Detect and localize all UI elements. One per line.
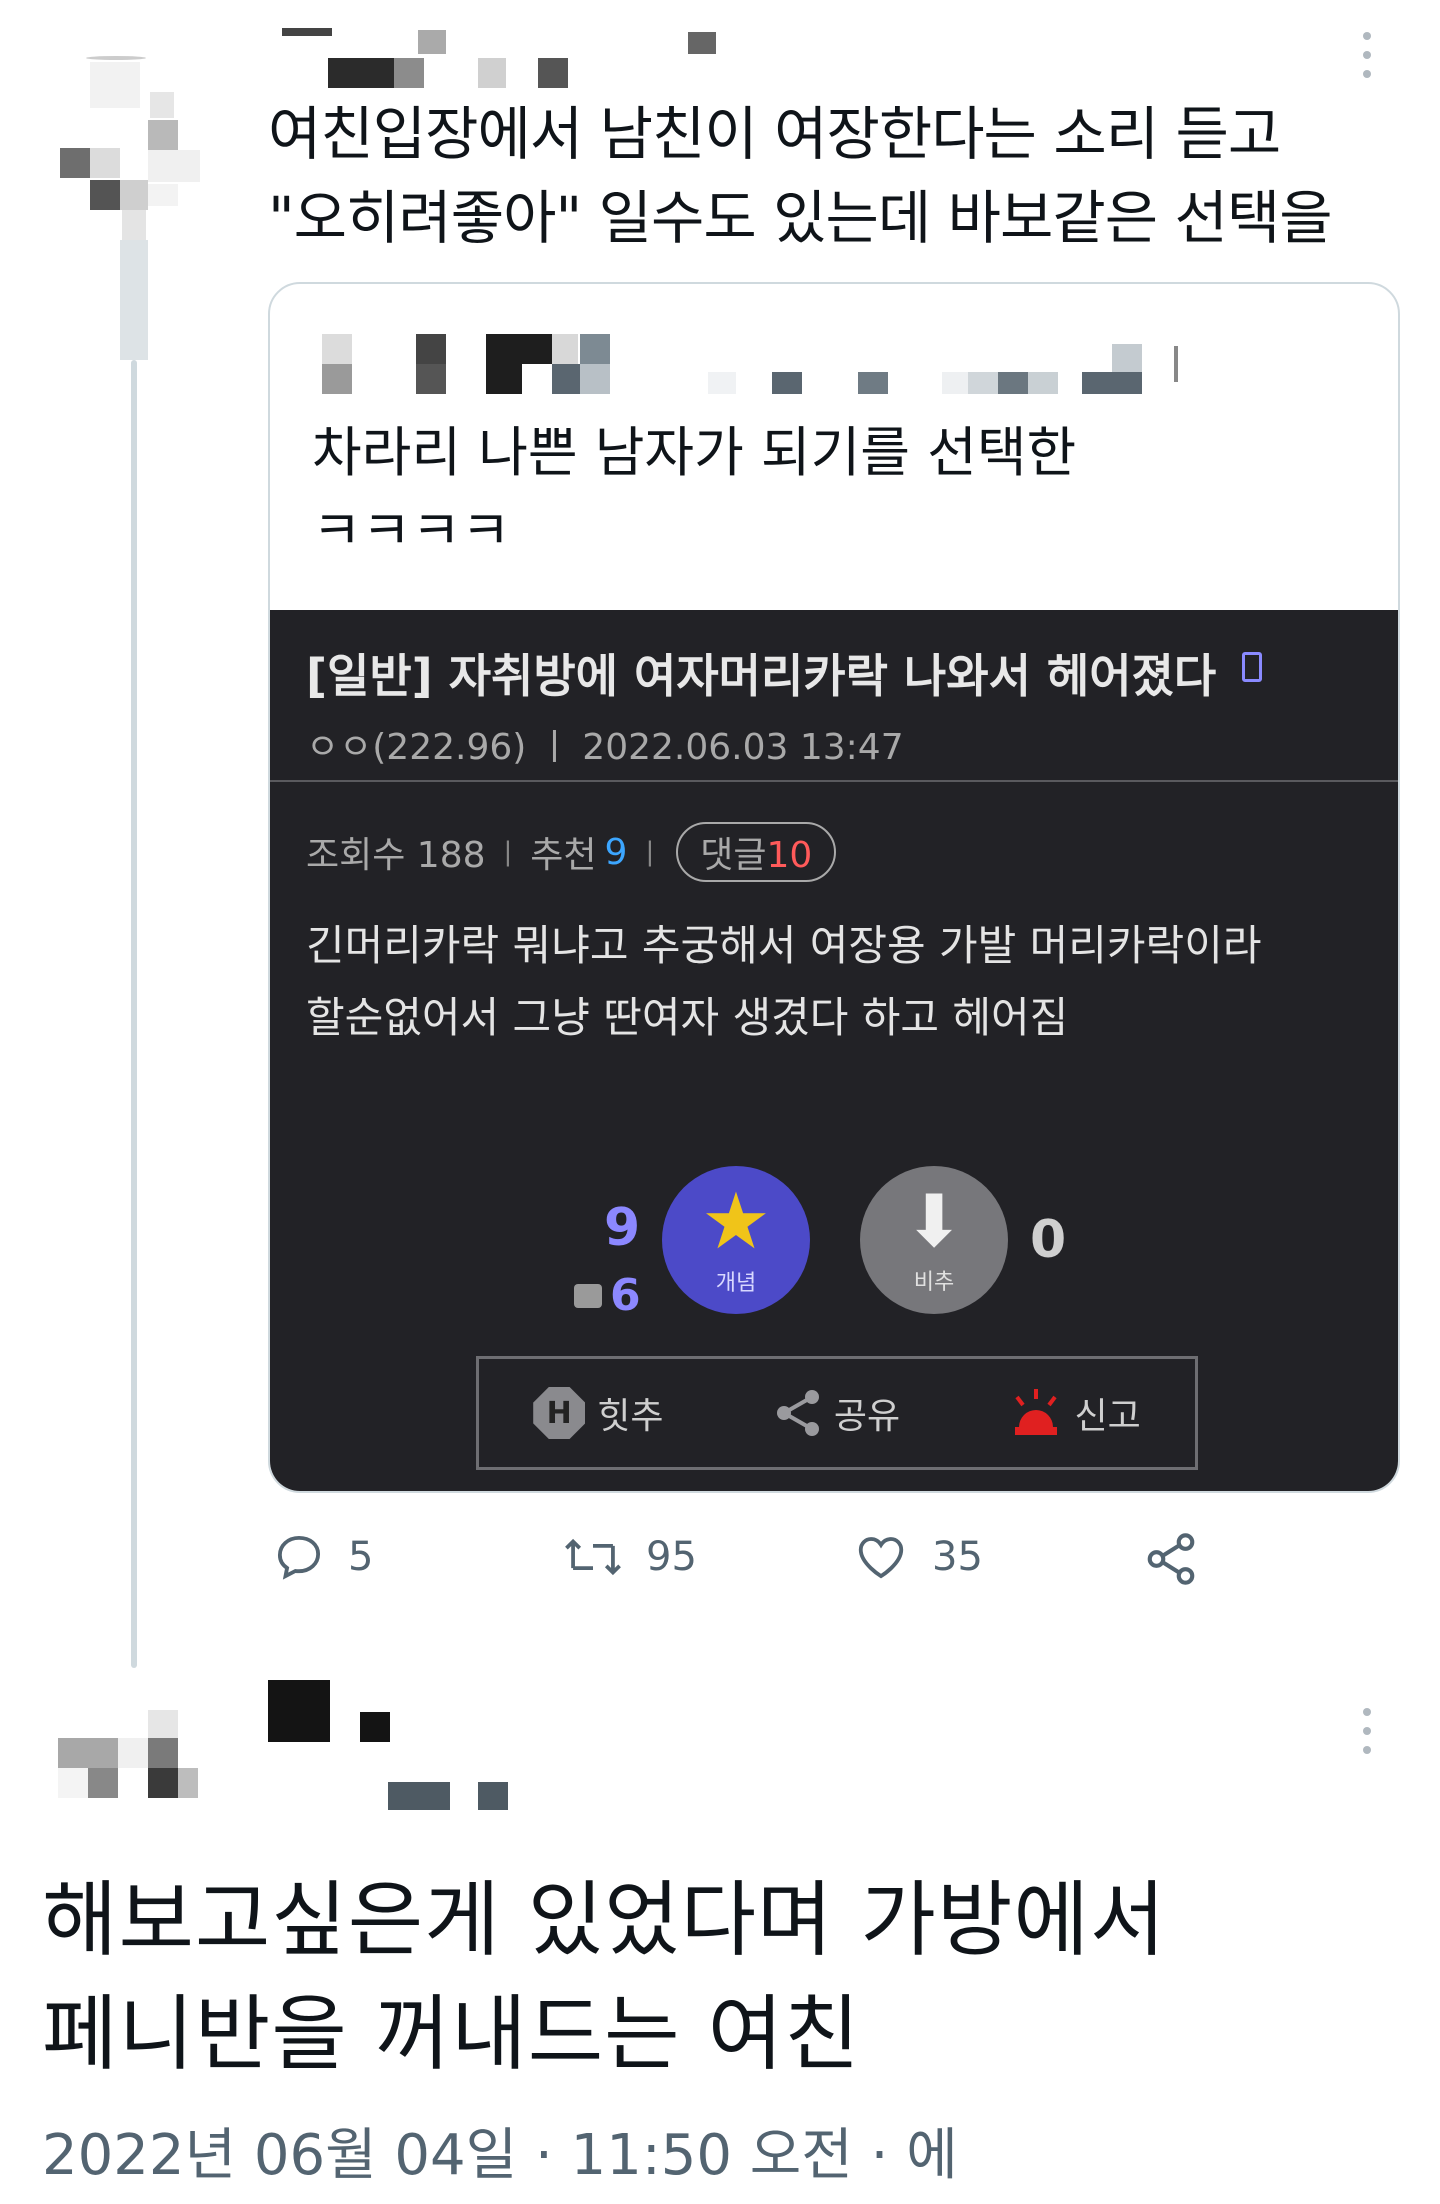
main-text-line1: 해보고싶은게 있었다며 가방에서 — [42, 1873, 1167, 1968]
avatar-pixelated[interactable] — [56, 36, 216, 366]
thread-line — [131, 360, 137, 1668]
reply-icon — [277, 1535, 321, 1580]
upvote-button: ★ 개념 — [662, 1166, 810, 1314]
comment-pill: 댓글10 — [676, 822, 837, 882]
post-body-line2: 할순없어서 그냥 딴여자 생겼다 하고 헤어짐 — [306, 993, 1069, 1042]
main-tweet[interactable]: 해보고싶은게 있었다며 가방에서 페니반을 꺼내드는 여친 2022년 06월 … — [0, 1660, 1440, 2204]
post-stats: 조회수 188 | 추천 9 | 댓글10 — [306, 822, 837, 882]
divider — [270, 780, 1398, 782]
mobile-icon — [1242, 652, 1263, 682]
reply-tweet-text: 여친입장에서 남친이 여장한다는 소리 듣고 "오히려좋아" 일수도 있는데 바… — [268, 92, 1418, 260]
downvote-button: ⬇ 비추 — [860, 1166, 1008, 1314]
reply-button[interactable]: 5 — [272, 1530, 373, 1584]
quoted-tweet-image[interactable]: [일반] 자취방에 여자머리카락 나와서 헤어졌다 ㅇㅇ(222.96) ㅣ 2… — [270, 610, 1398, 1491]
report-action: 신고 — [1009, 1387, 1141, 1439]
retweet-button[interactable]: 95 — [562, 1530, 697, 1584]
quoted-tweet-text: 차라리 나쁜 남자가 되기를 선택한 ㅋㅋㅋㅋ — [312, 414, 1076, 570]
reply-tweet[interactable]: 여친입장에서 남친이 여장한다는 소리 듣고 "오히려좋아" 일수도 있는데 바… — [0, 0, 1440, 1668]
recommend-label: 추천 — [530, 835, 597, 876]
reply-text-line1: 여친입장에서 남친이 여장한다는 소리 듣고 — [268, 100, 1281, 168]
recommend-value: 9 — [604, 831, 628, 873]
display-name-pixelated[interactable] — [268, 26, 828, 96]
post-body-line1: 긴머리카락 뭐냐고 추궁해서 여장용 가발 머리카락이라 — [306, 921, 1262, 970]
fixed-upvote-count: 6 — [574, 1270, 641, 1321]
post-title: [일반] 자취방에 여자머리카락 나와서 헤어졌다 — [306, 640, 1263, 706]
quoted-text-line1: 차라리 나쁜 남자가 되기를 선택한 — [312, 421, 1077, 484]
share-icon — [1147, 1533, 1195, 1585]
quoted-author-pixelated[interactable] — [322, 328, 1222, 408]
share-icon — [776, 1390, 819, 1436]
views-label: 조회수 188 — [306, 835, 486, 876]
post-body: 긴머리카락 뭐냐고 추궁해서 여장용 가발 머리카락이라 할순없어서 그냥 딴여… — [306, 910, 1261, 1054]
retweet-icon — [565, 1538, 621, 1576]
hit-action: H 힛추 — [533, 1387, 663, 1439]
siren-icon — [1014, 1389, 1057, 1435]
upvote-count: 9 — [604, 1198, 641, 1258]
reply-text-line2: "오히려좋아" 일수도 있는데 바보같은 선택을 — [268, 184, 1333, 252]
display-name-pixelated[interactable] — [268, 1680, 568, 1810]
like-button[interactable]: 35 — [852, 1530, 983, 1584]
main-text-line2: 페니반을 꺼내드는 여친 — [42, 1987, 861, 2082]
fixed-user-icon — [574, 1283, 602, 1308]
post-action-box: H 힛추 공유 신고 — [476, 1356, 1198, 1470]
quoted-text-line2: ㅋㅋㅋㅋ — [312, 499, 511, 562]
main-tweet-text: 해보고싶은게 있었다며 가방에서 페니반을 꺼내드는 여친 — [42, 1864, 1166, 2092]
share-action: 공유 — [772, 1387, 900, 1439]
more-icon[interactable] — [1362, 1708, 1372, 1754]
quoted-tweet-card[interactable]: 차라리 나쁜 남자가 되기를 선택한 ㅋㅋㅋㅋ [일반] 자취방에 여자머리카락… — [268, 282, 1400, 1493]
downvote-count: 0 — [1030, 1210, 1067, 1270]
like-icon — [858, 1537, 904, 1579]
down-arrow-icon: ⬇ — [903, 1179, 965, 1263]
post-meta: ㅇㅇ(222.96) ㅣ 2022.06.03 13:47 — [306, 727, 904, 768]
avatar-pixelated[interactable] — [58, 1710, 218, 1830]
hit-icon: H — [533, 1387, 586, 1439]
more-icon[interactable] — [1362, 32, 1372, 78]
star-icon: ★ — [701, 1177, 771, 1267]
share-button[interactable] — [1142, 1530, 1222, 1588]
tweet-timestamp[interactable]: 2022년 06월 04일 · 11:50 오전 · 에 — [42, 2110, 958, 2191]
tweet-action-bar: 5 95 35 — [272, 1530, 1232, 1590]
